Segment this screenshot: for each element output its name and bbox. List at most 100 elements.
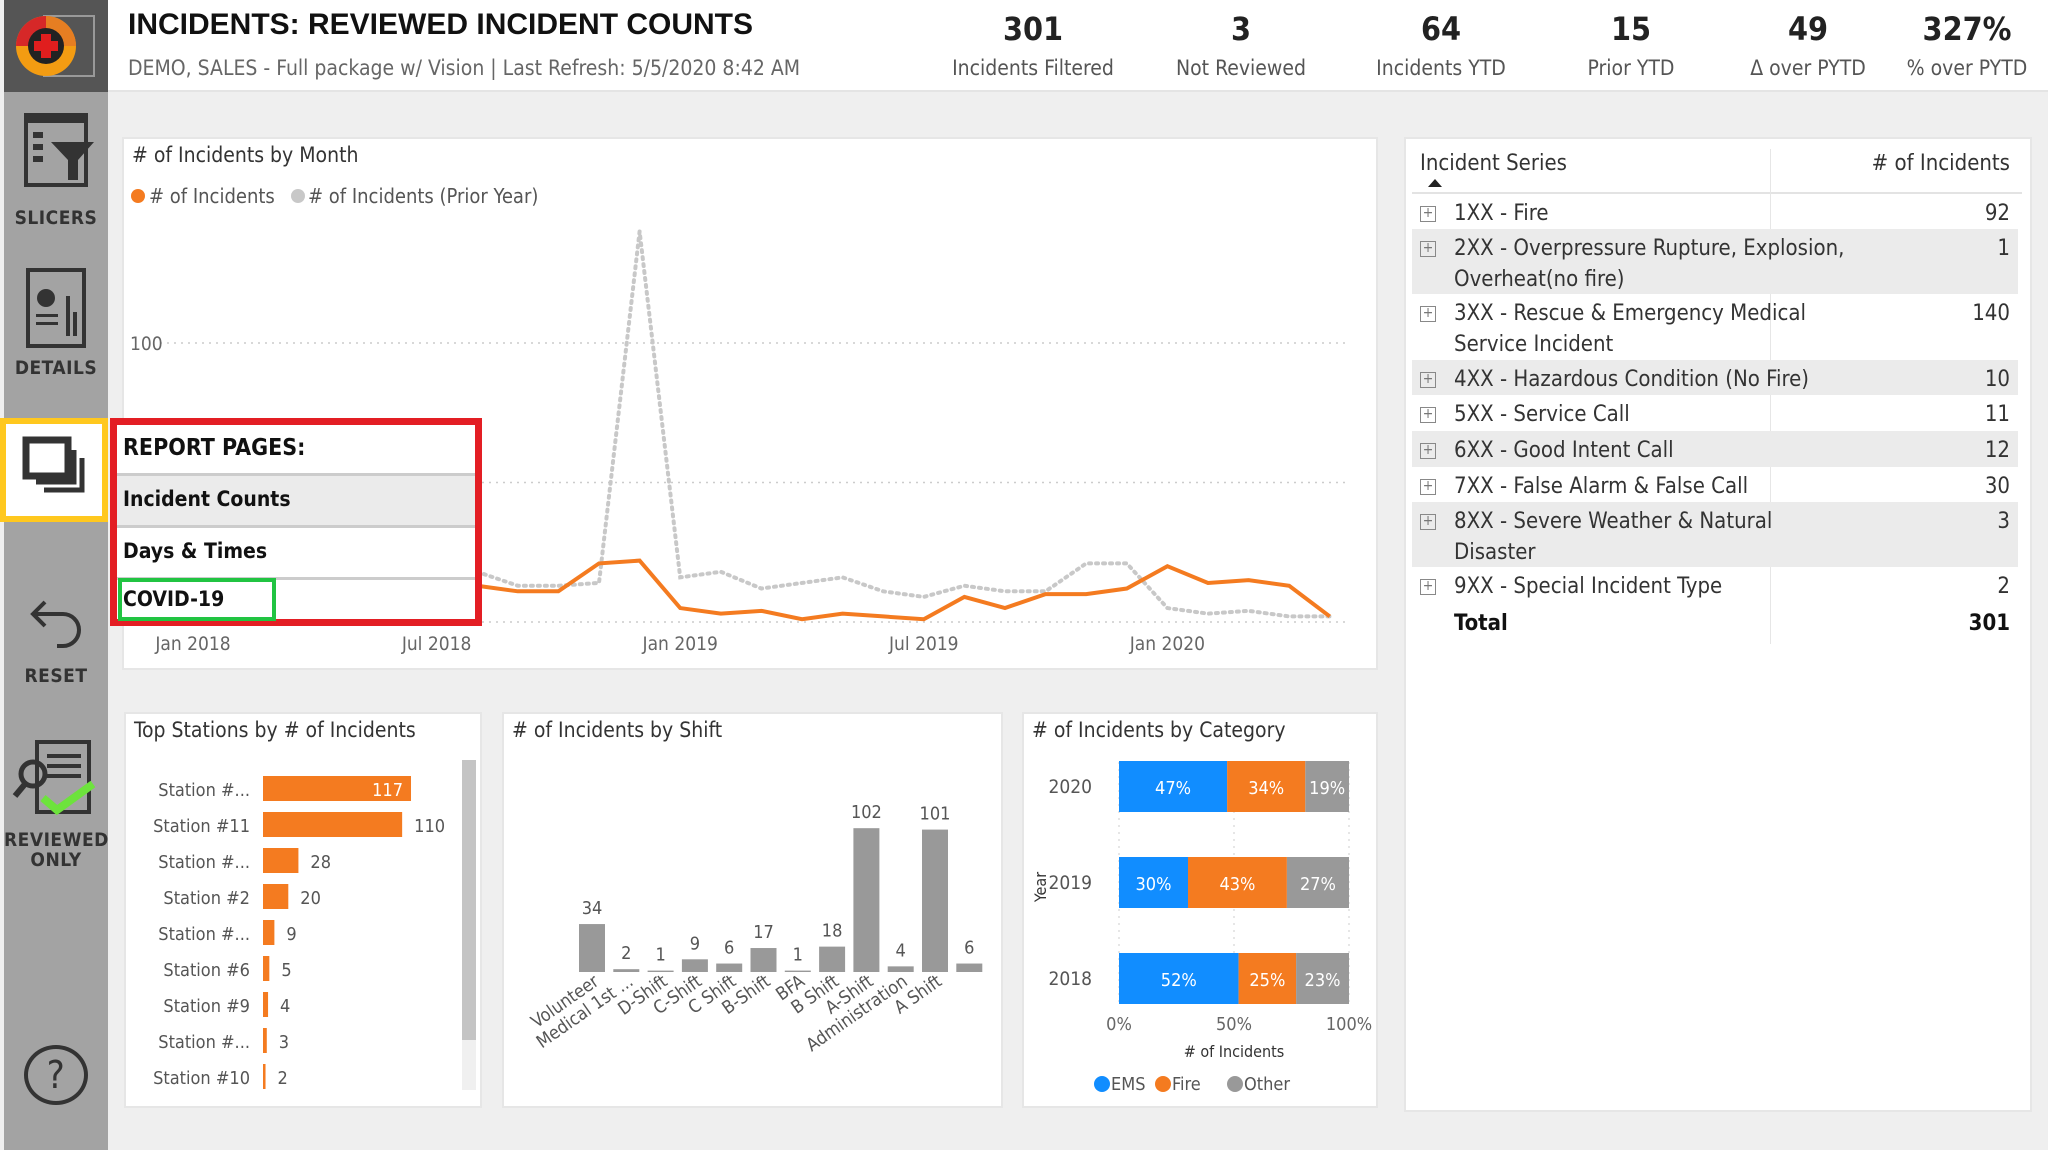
table-row[interactable]: +1XX - Fire 92 xyxy=(1412,194,2018,229)
data-label: 9 xyxy=(690,933,700,954)
kpi-card: 15 Prior YTD xyxy=(1536,10,1726,80)
data-label: 30% xyxy=(1136,874,1172,895)
data-label: 2 xyxy=(278,1068,288,1089)
data-label: 117 xyxy=(372,780,403,801)
station-label: Station #6 xyxy=(163,960,250,981)
incident-count-cell: 12 xyxy=(1984,438,2010,463)
prior-year-line xyxy=(475,231,1332,619)
expand-icon[interactable]: + xyxy=(1420,206,1436,222)
sort-ascending-icon[interactable] xyxy=(1428,179,1442,187)
scrollbar-thumb[interactable] xyxy=(462,760,476,1040)
x-tick-label: Jan 2018 xyxy=(154,633,230,655)
station-label: Station #10 xyxy=(153,1068,250,1089)
data-label: 1 xyxy=(655,945,665,966)
legend-marker xyxy=(1094,1076,1110,1092)
y-tick-label: 100 xyxy=(130,333,163,355)
x-tick-label: Jul 2018 xyxy=(401,633,472,655)
incident-series-cell: 3XX - Rescue & Emergency Medical Service… xyxy=(1454,301,1807,357)
station-label: Station #... xyxy=(158,924,250,945)
page-item-incident-counts[interactable]: Incident Counts xyxy=(117,473,475,525)
data-label: 101 xyxy=(920,804,951,825)
expand-icon[interactable]: + xyxy=(1420,372,1436,388)
data-label: 52% xyxy=(1161,970,1197,991)
incident-count-cell: 140 xyxy=(1972,301,2010,326)
incident-series-cell: 7XX - False Alarm & False Call xyxy=(1454,474,1749,499)
expand-icon[interactable]: + xyxy=(1420,241,1436,257)
data-label: 1 xyxy=(793,945,803,966)
legend-marker xyxy=(291,189,305,203)
data-label: 6 xyxy=(964,938,974,959)
data-label: 25% xyxy=(1249,970,1285,991)
kpi-card: 327% % over PYTD xyxy=(1872,10,2048,80)
table-row[interactable]: +5XX - Service Call 11 xyxy=(1412,395,2018,431)
station-bar xyxy=(263,848,299,873)
total-value: 301 xyxy=(1968,611,2010,636)
incident-series-cell: 5XX - Service Call xyxy=(1454,402,1630,427)
help-button[interactable]: ? xyxy=(4,1045,108,1105)
station-label: Station #11 xyxy=(153,816,250,837)
incidents-line xyxy=(476,558,1332,622)
expand-icon[interactable]: + xyxy=(1420,306,1436,322)
x-tick-label: 100% xyxy=(1326,1014,1372,1035)
kpi-label: % over PYTD xyxy=(1906,56,2028,80)
table-row[interactable]: +9XX - Special Incident Type 2 xyxy=(1412,567,2018,604)
table-row[interactable]: +7XX - False Alarm & False Call 30 xyxy=(1412,467,2018,502)
x-tick-label: Jan 2020 xyxy=(1129,633,1205,655)
x-tick-label: Jul 2019 xyxy=(888,633,959,655)
year-label: 2018 xyxy=(1049,968,1093,990)
data-label: 4 xyxy=(896,940,906,961)
expand-icon[interactable]: + xyxy=(1420,407,1436,423)
incident-count-cell: 2 xyxy=(1997,574,2010,599)
data-label: 4 xyxy=(280,996,290,1017)
table-row[interactable]: +4XX - Hazardous Condition (No Fire) 10 xyxy=(1412,360,2018,395)
station-bar xyxy=(263,812,403,837)
total-row: Total 301 xyxy=(1412,604,2018,640)
reviewed-check-icon xyxy=(12,740,96,816)
incident-series-cell: 2XX - Overpressure Rupture, Explosion, O… xyxy=(1454,236,1845,292)
data-label: 28 xyxy=(310,852,331,873)
shift-bar xyxy=(784,970,811,972)
data-label: 47% xyxy=(1155,778,1191,799)
data-label: 34 xyxy=(582,898,603,919)
scrollbar-track[interactable] xyxy=(462,760,476,1090)
incident-count-cell: 10 xyxy=(1984,367,2010,392)
column-header-incidents[interactable]: # of Incidents xyxy=(1872,151,2010,176)
data-label: 19% xyxy=(1309,778,1345,799)
total-label: Total xyxy=(1454,611,1508,636)
shift-bar xyxy=(579,924,605,972)
x-tick-label: 0% xyxy=(1106,1014,1132,1035)
incident-count-cell: 92 xyxy=(1984,201,2010,226)
legend-marker xyxy=(1227,1076,1243,1092)
incident-series-cell: 9XX - Special Incident Type xyxy=(1454,574,1723,599)
table-row[interactable]: +6XX - Good Intent Call 12 xyxy=(1412,431,2018,467)
incident-series-table: Incident Series # of Incidents +1XX - Fi… xyxy=(1404,137,2032,1112)
legend-marker xyxy=(1155,1076,1171,1092)
legend-marker xyxy=(131,189,145,203)
station-label: Station #... xyxy=(158,1032,250,1053)
only-label: ONLY xyxy=(30,849,82,871)
incident-series-cell: 1XX - Fire xyxy=(1454,201,1549,226)
station-bar xyxy=(263,884,289,909)
incident-count-cell: 1 xyxy=(1997,236,2010,261)
station-bar xyxy=(263,1064,266,1089)
incident-series-cell: 4XX - Hazardous Condition (No Fire) xyxy=(1454,367,1810,392)
expand-icon[interactable]: + xyxy=(1420,443,1436,459)
expand-icon[interactable]: + xyxy=(1420,579,1436,595)
legend-label: Fire xyxy=(1172,1074,1201,1095)
incidents-by-category-chart: 2020 47% 34% 19% 2019 30% 43% 27% 2018 52% 25% 23% 0… xyxy=(1031,761,1372,1095)
expand-icon[interactable]: + xyxy=(1420,479,1436,495)
shift-bar xyxy=(819,946,846,972)
legend-label: Other xyxy=(1244,1074,1290,1095)
page-item-days-times[interactable]: Days & Times xyxy=(117,525,475,577)
data-label: 17 xyxy=(753,922,774,943)
table-row[interactable]: +3XX - Rescue & Emergency Medical Servic… xyxy=(1412,294,2018,360)
table-row[interactable]: +2XX - Overpressure Rupture, Explosion, … xyxy=(1412,229,2018,294)
reviewed-only-button[interactable]: REVIEWED ONLY xyxy=(4,740,108,870)
legend-label: # of Incidents (Prior Year) xyxy=(308,184,538,208)
column-header-incident-series[interactable]: Incident Series xyxy=(1420,151,1567,176)
expand-icon[interactable]: + xyxy=(1420,514,1436,530)
table-row[interactable]: +8XX - Severe Weather & Natural Disaster… xyxy=(1412,502,2018,567)
y-axis-title: Year xyxy=(1031,872,1050,903)
data-label: 3 xyxy=(279,1032,289,1053)
incident-count-cell: 3 xyxy=(1997,509,2010,534)
